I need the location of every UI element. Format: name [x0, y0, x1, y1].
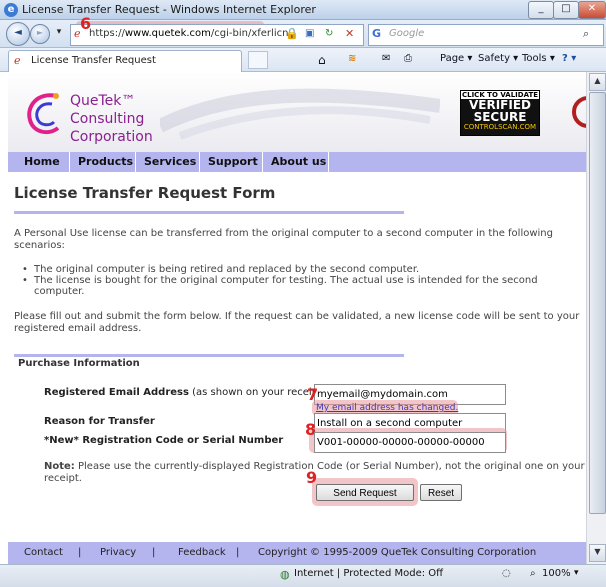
search-box[interactable]: G Google ⌕ — [368, 24, 604, 46]
company-name-line3: Corporation — [70, 129, 153, 145]
home-icon[interactable]: ⌂ — [318, 53, 326, 67]
quetek-logo-icon[interactable] — [22, 88, 64, 140]
step-6-marker: 6 — [80, 14, 92, 33]
footer-feedback-link[interactable]: Feedback — [178, 547, 226, 558]
back-button[interactable]: ◄ — [6, 22, 30, 46]
forward-button[interactable]: ► — [30, 24, 50, 44]
search-placeholder: Google — [389, 28, 425, 39]
footer-contact-link[interactable]: Contact — [24, 547, 63, 558]
page-title: License Transfer Request Form — [14, 184, 276, 202]
registration-code-field[interactable] — [314, 432, 506, 453]
minimize-button[interactable]: _ — [528, 1, 554, 19]
address-url: https://www.quetek.com/cgi-bin/xferlicn — [89, 28, 289, 39]
footer-separator: | — [78, 547, 82, 558]
title-rule — [14, 211, 404, 214]
tab-license-transfer[interactable]: ℯ License Transfer Request — [8, 50, 242, 72]
zoom-icon: ⌕ — [530, 568, 536, 579]
scroll-down-icon[interactable]: ▼ — [589, 544, 606, 562]
internet-zone-icon: ◍ — [280, 568, 290, 581]
lock-icon[interactable]: 🔒 — [285, 27, 299, 40]
instructions-text: Please fill out and submit the form belo… — [14, 311, 580, 334]
mail-icon[interactable]: ✉ — [382, 53, 390, 64]
stop-icon[interactable]: ✕ — [345, 27, 354, 40]
feeds-icon[interactable]: ≋ — [348, 53, 356, 64]
window-title: License Transfer Request - Windows Inter… — [22, 3, 316, 16]
maximize-button[interactable]: □ — [553, 1, 579, 19]
tools-menu[interactable]: Tools ▾ — [522, 53, 555, 64]
section-heading: Purchase Information — [18, 358, 140, 369]
zoom-dropdown-icon[interactable]: ▾ — [574, 568, 579, 578]
tab-command-bar: ℯ License Transfer Request ⌂ ≋ ✉ ⎙ Page … — [0, 48, 606, 72]
email-label: Registered Email Address (as shown on yo… — [44, 387, 326, 398]
badge-line2: SECURE — [473, 110, 527, 124]
company-name-line2: Consulting — [70, 111, 145, 127]
help-menu[interactable]: ? ▾ — [562, 53, 576, 64]
email-changed-link[interactable]: My email address has changed. — [316, 403, 458, 413]
security-zone-text[interactable]: Internet | Protected Mode: Off — [294, 568, 443, 579]
menu-services[interactable]: Services — [136, 152, 200, 172]
footer-separator: | — [236, 547, 240, 558]
reason-label: Reason for Transfer — [44, 416, 155, 427]
zoom-level[interactable]: 100% — [542, 568, 571, 579]
close-window-button[interactable]: ✕ — [578, 1, 606, 19]
reset-button[interactable]: Reset — [420, 484, 462, 501]
google-icon: G — [372, 27, 382, 40]
menu-about-us[interactable]: About us — [263, 152, 329, 172]
tab-title: License Transfer Request — [31, 55, 156, 66]
section-rule — [14, 354, 404, 357]
footer-copyright: Copyright © 1995-2009 QueTek Consulting … — [258, 547, 537, 558]
new-tab-button[interactable] — [248, 51, 268, 69]
scroll-thumb[interactable] — [589, 92, 606, 514]
bullet-testing: The license is bought for the original c… — [22, 275, 564, 297]
page-menu[interactable]: Page ▾ — [440, 53, 472, 64]
tab-page-icon: ℯ — [14, 54, 21, 67]
print-icon[interactable]: ⎙ — [404, 53, 412, 64]
badge-bottom-text: CONTROLSCAN.COM — [463, 123, 537, 131]
menu-support[interactable]: Support — [200, 152, 263, 172]
step-7-marker: 7 — [307, 385, 319, 404]
protected-mode-icon: ◌ — [502, 568, 511, 579]
search-icon[interactable]: ⌕ — [583, 27, 589, 41]
refresh-icon[interactable]: ↻ — [325, 28, 333, 39]
scroll-up-icon[interactable]: ▲ — [589, 73, 606, 91]
safety-menu[interactable]: Safety ▾ — [478, 53, 518, 64]
verified-secure-badge[interactable]: CLICK TO VALIDATE VERIFIED SECURE CONTRO… — [460, 90, 540, 136]
footer-separator: | — [152, 547, 156, 558]
address-bar[interactable]: ℯ https://www.quetek.com/cgi-bin/xferlic… — [70, 24, 364, 46]
partner-logo-icon — [572, 96, 586, 128]
ie-icon: e — [4, 3, 18, 17]
menu-home[interactable]: Home — [16, 152, 70, 172]
recent-pages-dropdown-icon[interactable]: ▾ — [52, 24, 66, 40]
send-request-button[interactable]: Send Request — [316, 484, 414, 501]
header-decoration — [160, 88, 440, 140]
code-label: *New* Registration Code or Serial Number — [44, 435, 284, 446]
company-name[interactable]: QueTek™ Consulting Corporation — [70, 92, 153, 146]
footer-privacy-link[interactable]: Privacy — [100, 547, 136, 558]
menu-products[interactable]: Products — [70, 152, 136, 172]
vertical-scrollbar[interactable]: ▲ ▼ — [586, 72, 606, 564]
compatibility-icon[interactable]: ▣ — [305, 28, 314, 39]
bullet-retired: The original computer is being retired a… — [22, 264, 564, 275]
intro-text: A Personal Use license can be transferre… — [14, 228, 553, 251]
company-name-line1: QueTek™ — [70, 93, 136, 109]
